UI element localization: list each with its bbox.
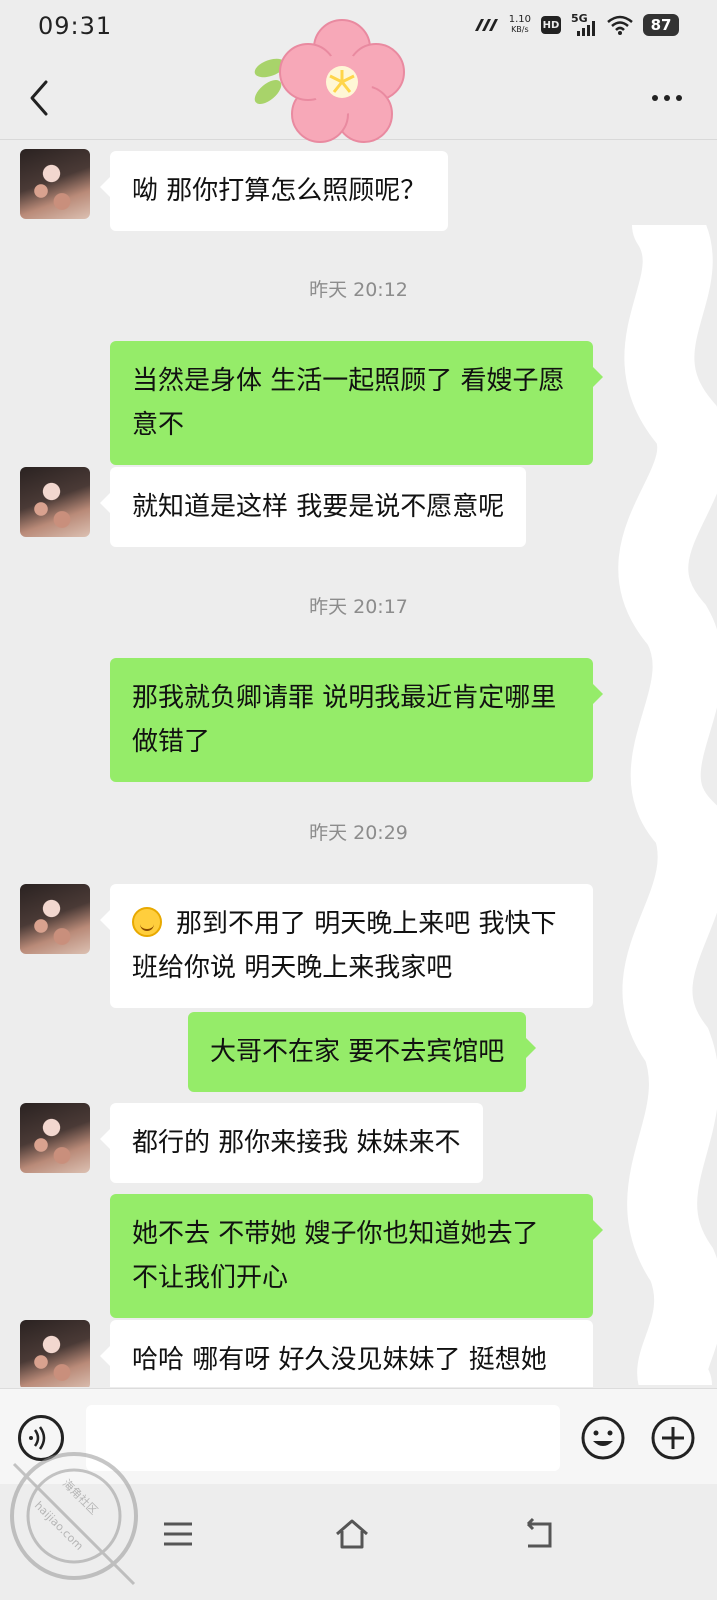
contact-avatar[interactable] (20, 1320, 90, 1387)
chevron-left-icon[interactable] (22, 76, 62, 120)
incoming-message[interactable]: 就知道是这样 我要是说不愿意呢 (99, 467, 527, 547)
signal-strength-icon (474, 19, 498, 31)
contact-avatar[interactable] (20, 467, 90, 537)
cell-bars-icon (577, 21, 595, 36)
outgoing-message[interactable]: 那我就负卿请罪 说明我最近肯定哪里做错了 (110, 658, 603, 782)
plus-circle-icon[interactable] (650, 1415, 696, 1461)
contact-avatar[interactable] (20, 149, 90, 219)
back-arrow-icon[interactable] (518, 1514, 558, 1554)
smile-emoji-icon (132, 907, 162, 937)
more-horizontal-icon[interactable] (647, 78, 687, 118)
incoming-message[interactable]: 哈哈 哪有呀 好久没见妹妹了 挺想她的 (100, 1320, 593, 1387)
contact-avatar[interactable] (20, 1103, 90, 1173)
chat-message-list[interactable]: 呦 那你打算怎么照顾呢？ 昨天 20:12 当然是身体 生活一起照顾了 看嫂子愿… (0, 141, 717, 1387)
outgoing-message[interactable]: 大哥不在家 要不去宾馆吧 (188, 1012, 537, 1092)
pink-flower-icon (254, 19, 405, 143)
incoming-message[interactable]: 都行的 那你来接我 妹妹来不 (100, 1103, 483, 1183)
cellular-icon: 5G (571, 12, 597, 36)
outgoing-message[interactable]: 她不去 不带她 嫂子你也知道她去了 不让我们开心 (110, 1194, 603, 1318)
battery-indicator: 87 (643, 14, 679, 36)
incoming-message[interactable]: 呦 那你打算怎么照顾呢？ (99, 151, 449, 231)
system-navigation-bar (0, 1484, 717, 1600)
clock: 09:31 (38, 12, 113, 40)
contact-avatar[interactable] (20, 884, 90, 954)
voice-icon[interactable] (18, 1415, 64, 1461)
menu-icon[interactable] (158, 1514, 198, 1554)
network-speed: 1.10 KB/s (509, 15, 531, 35)
message-timestamp: 昨天 20:29 (309, 822, 408, 844)
message-timestamp: 昨天 20:12 (309, 279, 408, 301)
emoji-icon[interactable] (580, 1415, 626, 1461)
outgoing-message[interactable]: 当然是身体 生活一起照顾了 看嫂子愿意不 (110, 341, 603, 465)
network-speed-unit: KB/s (511, 25, 529, 34)
message-input[interactable] (86, 1405, 560, 1471)
hd-badge: HD (541, 16, 561, 34)
chat-title-bar (0, 19, 717, 143)
voice-waves-icon (29, 1426, 46, 1450)
status-icons: 1.10 KB/s HD 5G 87 (473, 12, 679, 36)
incoming-message-text: 那到不用了 明天晚上来吧 我快下班给你说 明天晚上来我家吧 (132, 909, 557, 983)
wifi-icon (607, 15, 633, 35)
incoming-message[interactable]: 那到不用了 明天晚上来吧 我快下班给你说 明天晚上来我家吧 (100, 884, 593, 1008)
home-icon[interactable] (332, 1514, 372, 1554)
message-input-bar (0, 1388, 717, 1484)
message-timestamp: 昨天 20:17 (309, 596, 408, 618)
network-speed-value: 1.10 (508, 14, 531, 25)
